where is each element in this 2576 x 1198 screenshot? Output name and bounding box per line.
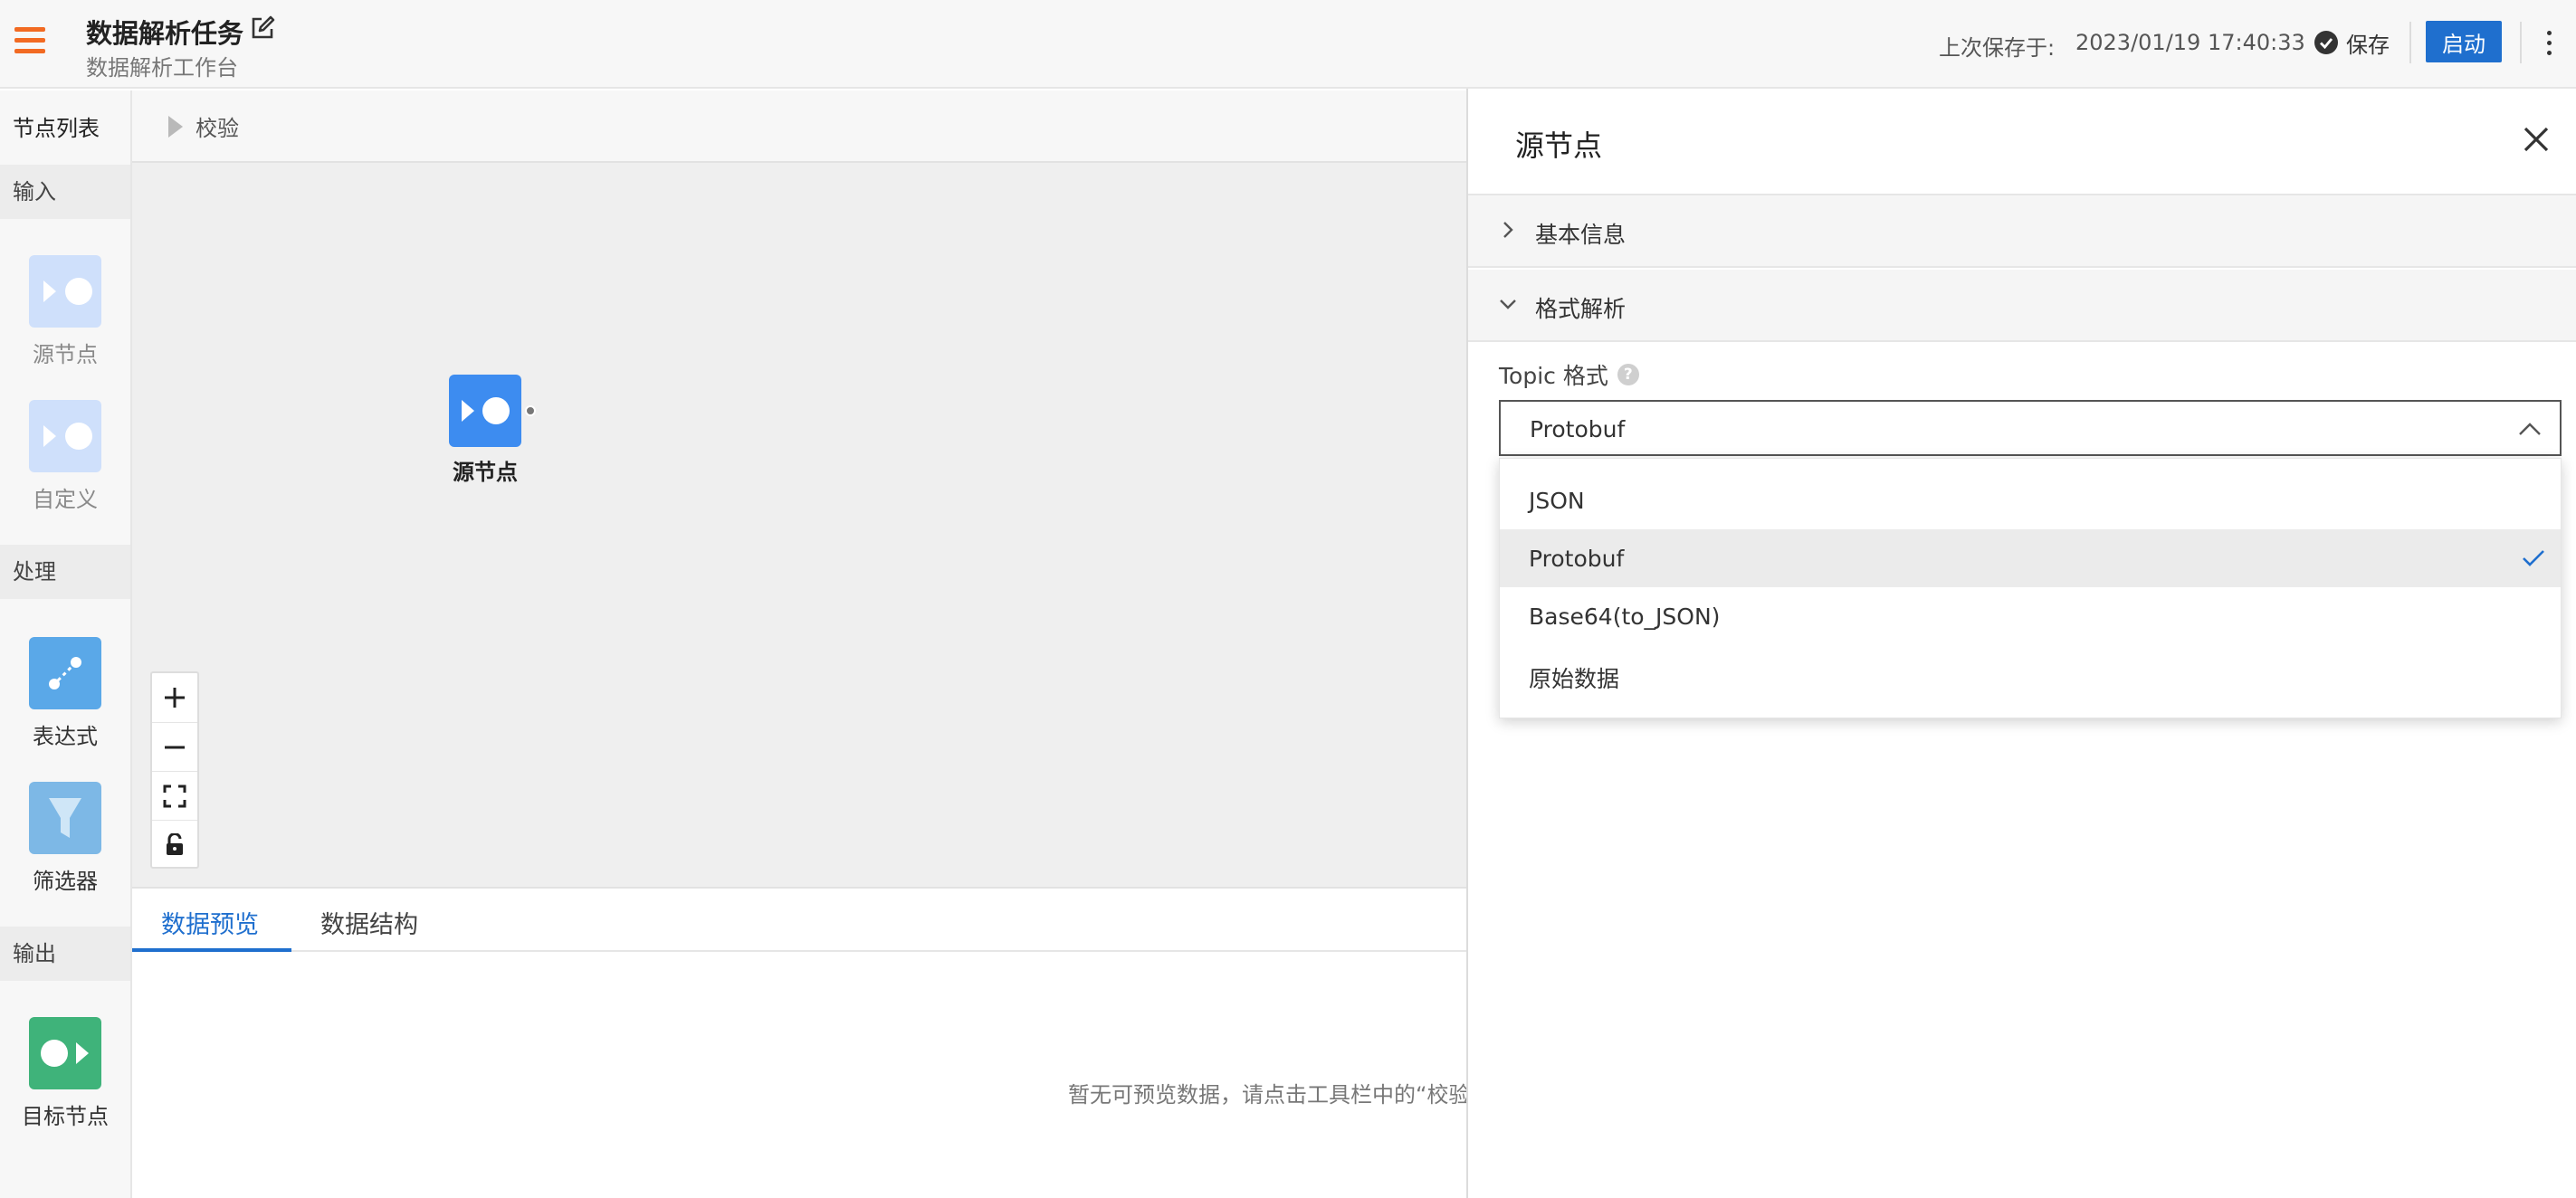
section-title: 格式解析 (1535, 296, 1627, 322)
section-title: 基本信息 (1535, 222, 1627, 248)
page-title: 数据解析任务 (86, 18, 244, 49)
edit-icon[interactable] (249, 14, 276, 42)
menu-icon[interactable] (14, 27, 45, 54)
node-item-label: 自定义 (33, 487, 98, 512)
divider (2520, 22, 2522, 63)
save-button-label: 保存 (2346, 32, 2390, 58)
flow-canvas[interactable]: 源节点 (132, 163, 1466, 887)
preview-panel: 数据预览 数据结构 暂无可预览数据，请点击工具栏中的“校验” (132, 887, 1468, 1198)
close-icon[interactable] (2518, 121, 2554, 157)
canvas-source-node[interactable]: 源节点 (440, 375, 536, 486)
page-subtitle: 数据解析工作台 (86, 55, 238, 81)
zoom-in-icon[interactable] (152, 673, 197, 722)
verify-button[interactable]: 校验 (168, 110, 239, 142)
option-raw-data[interactable]: 原始数据 (1500, 645, 2561, 703)
node-config-drawer: 源节点 基本信息 格式解析 Topic 格式 ? Protobuf JSON P… (1466, 89, 2576, 1198)
node-item-label: 源节点 (33, 342, 98, 367)
node-item-filter[interactable]: 筛选器 (0, 782, 130, 895)
save-button[interactable]: 保存 (2314, 27, 2390, 58)
lock-icon[interactable] (152, 820, 197, 869)
preview-tabs: 数据预览 数据结构 (132, 889, 1466, 952)
zoom-out-icon[interactable] (152, 722, 197, 771)
tab-data-structure[interactable]: 数据结构 (320, 905, 418, 940)
chevron-up-icon (2519, 423, 2541, 435)
custom-node-icon (29, 400, 101, 472)
node-list-panel: 节点列表 输入 源节点 自定义 处理 表达式 筛选器 输出 目标节点 (0, 90, 132, 1198)
panel-title: 节点列表 (13, 116, 100, 141)
field-label-text: Topic 格式 (1499, 363, 1608, 389)
play-icon (168, 115, 183, 138)
source-node-icon (449, 375, 536, 447)
last-saved-label: 上次保存于: (1939, 35, 2056, 61)
source-node-icon (29, 255, 101, 328)
check-icon (2523, 550, 2544, 566)
section-format-parse[interactable]: 格式解析 (1468, 270, 2576, 342)
check-circle-icon (2314, 31, 2338, 54)
verify-label: 校验 (196, 116, 239, 141)
expression-node-icon (29, 637, 101, 709)
app-header: 数据解析任务 数据解析工作台 上次保存于: 2023/01/19 17:40:3… (0, 0, 2576, 89)
canvas-toolbar: 校验 (132, 90, 1466, 163)
filter-node-icon (29, 782, 101, 854)
section-input: 输入 (0, 165, 130, 219)
topic-format-select[interactable]: Protobuf (1499, 400, 2562, 456)
last-saved-time: 2023/01/19 17:40:33 (2075, 30, 2305, 55)
option-protobuf[interactable]: Protobuf (1500, 529, 2561, 587)
option-label: JSON (1529, 488, 1585, 514)
option-label: Base64(to_JSON) (1529, 604, 1721, 630)
option-label: 原始数据 (1529, 666, 1620, 692)
node-item-label: 目标节点 (22, 1104, 109, 1129)
empty-state-text: 暂无可预览数据，请点击工具栏中的“校验” (1068, 1082, 1468, 1108)
section-process: 处理 (0, 545, 130, 599)
tab-data-preview[interactable]: 数据预览 (161, 905, 259, 940)
node-item-custom[interactable]: 自定义 (0, 400, 130, 513)
section-output: 输出 (0, 927, 130, 981)
fit-screen-icon[interactable] (152, 771, 197, 820)
node-item-label: 表达式 (33, 724, 98, 749)
output-port[interactable] (525, 405, 536, 416)
option-base64[interactable]: Base64(to_JSON) (1500, 587, 2561, 645)
chevron-down-icon (1500, 300, 1516, 309)
option-json[interactable]: JSON (1500, 471, 2561, 529)
target-node-icon (29, 1017, 101, 1089)
select-value: Protobuf (1530, 416, 1626, 442)
node-item-expression[interactable]: 表达式 (0, 637, 130, 750)
node-item-source[interactable]: 源节点 (0, 255, 130, 368)
node-item-label: 筛选器 (33, 869, 98, 894)
empty-state: 暂无可预览数据，请点击工具栏中的“校验” (1059, 1077, 1468, 1108)
active-tab-indicator (132, 948, 291, 952)
chevron-right-icon (1503, 222, 1513, 238)
help-icon[interactable]: ? (1617, 364, 1639, 385)
start-button[interactable]: 启动 (2426, 21, 2502, 62)
divider (2409, 22, 2411, 63)
more-vertical-icon[interactable] (2540, 25, 2558, 62)
drawer-title: 源节点 (1515, 128, 1603, 163)
topic-format-dropdown: JSON Protobuf Base64(to_JSON) 原始数据 (1499, 458, 2562, 718)
option-label: Protobuf (1529, 546, 1625, 572)
zoom-controls (150, 671, 199, 869)
section-basic-info[interactable]: 基本信息 (1468, 195, 2576, 268)
canvas-node-label: 源节点 (453, 460, 518, 485)
node-item-target[interactable]: 目标节点 (0, 1017, 130, 1130)
topic-format-label: Topic 格式 ? (1499, 358, 1639, 391)
